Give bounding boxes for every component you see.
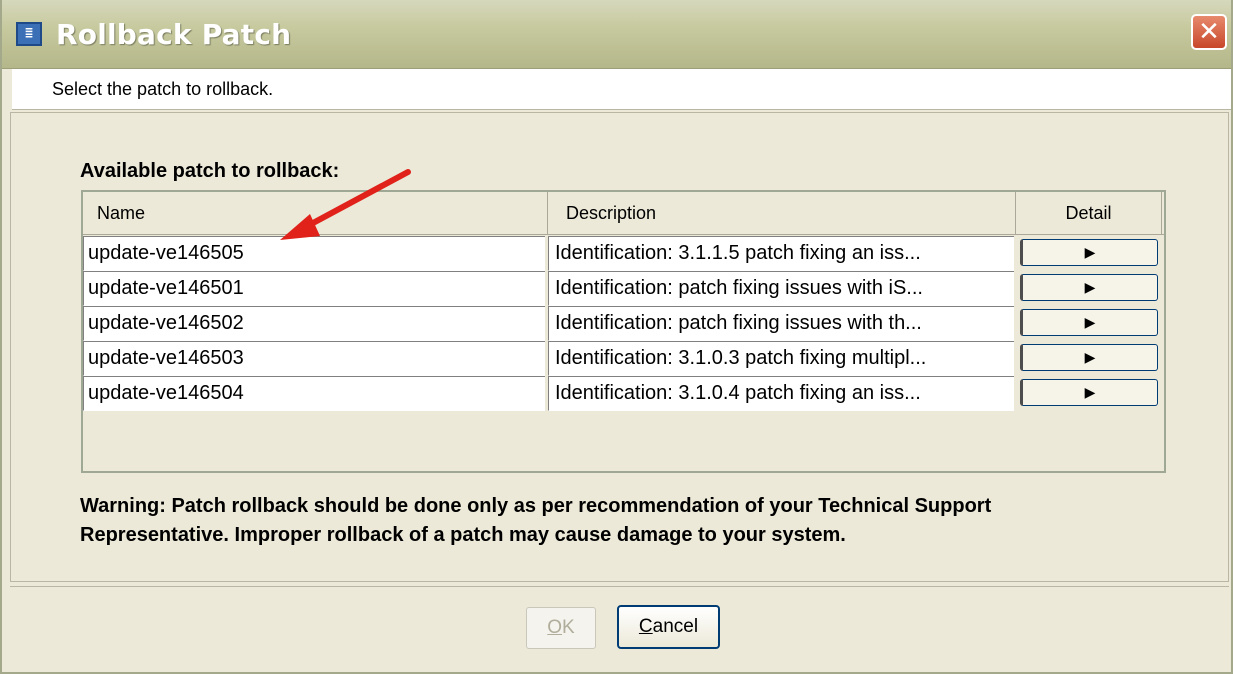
ok-button[interactable]: OK [526,607,596,649]
warning-text: Warning: Patch rollback should be done o… [80,492,1190,550]
patch-name-cell[interactable]: update-ve146503 [83,341,545,376]
patch-description-cell[interactable]: Identification: patch fixing issues with… [548,306,1014,341]
table-row[interactable]: update-ve146502 Identification: patch fi… [83,306,1164,341]
detail-cell: ▶ [1017,271,1163,306]
detail-button[interactable]: ▶ [1020,239,1158,266]
column-header-detail[interactable]: Detail [1016,192,1162,234]
table-row[interactable]: update-ve146503 Identification: 3.1.0.3 … [83,341,1164,376]
title-bar[interactable]: ≣ Rollback Patch ✕ [2,0,1231,69]
table-row[interactable]: update-ve146505 Identification: 3.1.1.5 … [83,236,1164,271]
footer-divider [10,586,1229,587]
patch-description-cell[interactable]: Identification: patch fixing issues with… [548,271,1014,306]
cancel-label-rest: ancel [652,616,699,637]
patch-name-cell[interactable]: update-ve146501 [83,271,545,306]
table-row[interactable]: update-ve146501 Identification: patch fi… [83,271,1164,306]
detail-cell: ▶ [1017,341,1163,376]
table-header: Name Description Detail [83,192,1164,235]
instruction-text: Select the patch to rollback. [52,79,274,99]
annotation-arrow-icon [280,169,411,240]
table-row[interactable]: update-ve146504 Identification: 3.1.0.4 … [83,376,1164,411]
detail-button[interactable]: ▶ [1020,274,1158,301]
warning-line-2: Representative. Improper rollback of a p… [80,524,846,546]
close-button[interactable]: ✕ [1191,14,1227,50]
patch-description-cell[interactable]: Identification: 3.1.0.3 patch fixing mul… [548,341,1014,376]
detail-cell: ▶ [1017,376,1163,411]
detail-button[interactable]: ▶ [1020,344,1158,371]
ok-label-rest: K [562,617,575,638]
annotation-arrow-shaft [297,169,411,233]
window-app-icon: ≣ [16,22,42,46]
warning-line-1: Warning: Patch rollback should be done o… [80,495,992,517]
ok-mnemonic: O [547,617,563,638]
patch-table: Name Description Detail update-ve146505 … [81,190,1166,473]
patch-name-cell[interactable]: update-ve146502 [83,306,545,341]
detail-button[interactable]: ▶ [1020,309,1158,336]
patch-description-cell[interactable]: Identification: 3.1.1.5 patch fixing an … [548,236,1014,271]
annotation-arrow-head [280,214,320,240]
window-title: Rollback Patch [56,18,292,51]
patch-description-cell[interactable]: Identification: 3.1.0.4 patch fixing an … [548,376,1014,411]
detail-cell: ▶ [1017,306,1163,341]
detail-cell: ▶ [1017,236,1163,271]
patch-name-cell[interactable]: update-ve146504 [83,376,545,411]
column-header-description[interactable]: Description [548,192,1016,234]
cancel-button[interactable]: Cancel [617,605,720,649]
instruction-banner: Select the patch to rollback. [12,69,1231,110]
detail-button[interactable]: ▶ [1020,379,1158,406]
cancel-mnemonic: C [638,616,653,637]
table-body: update-ve146505 Identification: 3.1.1.5 … [83,236,1164,411]
